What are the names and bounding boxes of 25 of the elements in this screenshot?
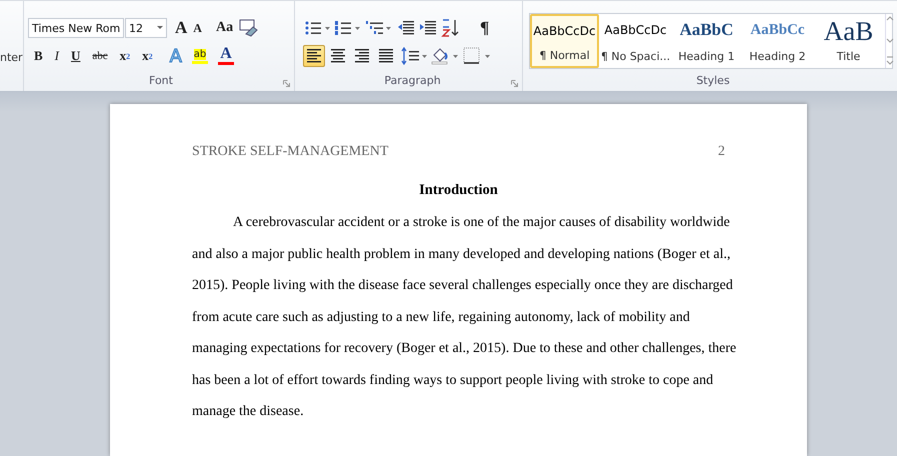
group-label: Font <box>148 73 174 89</box>
bold-button[interactable]: B <box>28 45 49 67</box>
underline-button[interactable]: U <box>65 45 86 67</box>
font-size-dropdown[interactable]: 12 <box>125 18 167 38</box>
show-formatting-button[interactable]: ¶ <box>477 17 492 39</box>
font-color-button[interactable]: A <box>215 45 237 67</box>
style-option[interactable]: AaBbC Heading 1 <box>672 14 741 68</box>
body-paragraph: A cerebrovascular accident or a stroke is one of the major causes of disability worldwide and also a major public health problem in many developed and developing nations (Boger et al., 2015). People living with the disease face several challenges especially once they are discharged from acute care such as adjusting to a new life, regaining autonomy, lack of mobility and managing expectations for recovery (Boger et al., 2015). Due to these and other challenges, there has been a lot of effort towards finding ways to support people living with stroke to cope and manage the disease. <box>192 214 737 421</box>
group-label: Paragraph <box>383 73 442 89</box>
running-head: STROKE SELF-MANAGEMENT <box>192 144 388 160</box>
change-case-button[interactable]: Aa <box>212 17 236 39</box>
page-number: 2 <box>718 144 725 160</box>
group-label: Styles <box>695 73 731 89</box>
font-name-dropdown[interactable]: Times New Rom <box>28 18 124 38</box>
group-label: nter <box>0 51 23 64</box>
style-option[interactable]: AaBbCcDc ¶ Normal <box>530 14 599 68</box>
shrink-font-button[interactable]: A <box>190 17 205 39</box>
grow-font-button[interactable]: A <box>172 17 190 39</box>
strike-button[interactable]: abc <box>86 45 114 67</box>
style-option[interactable]: AaBbCc Heading 2 <box>743 14 812 68</box>
style-option[interactable]: AaBbCcDc ¶ No Spaci... <box>601 14 670 68</box>
style-option[interactable]: AaB Title <box>814 14 883 68</box>
section-heading: Introduction <box>418 182 499 199</box>
highlight-button[interactable]: ab <box>189 45 211 67</box>
italic-button[interactable]: I <box>48 45 66 67</box>
